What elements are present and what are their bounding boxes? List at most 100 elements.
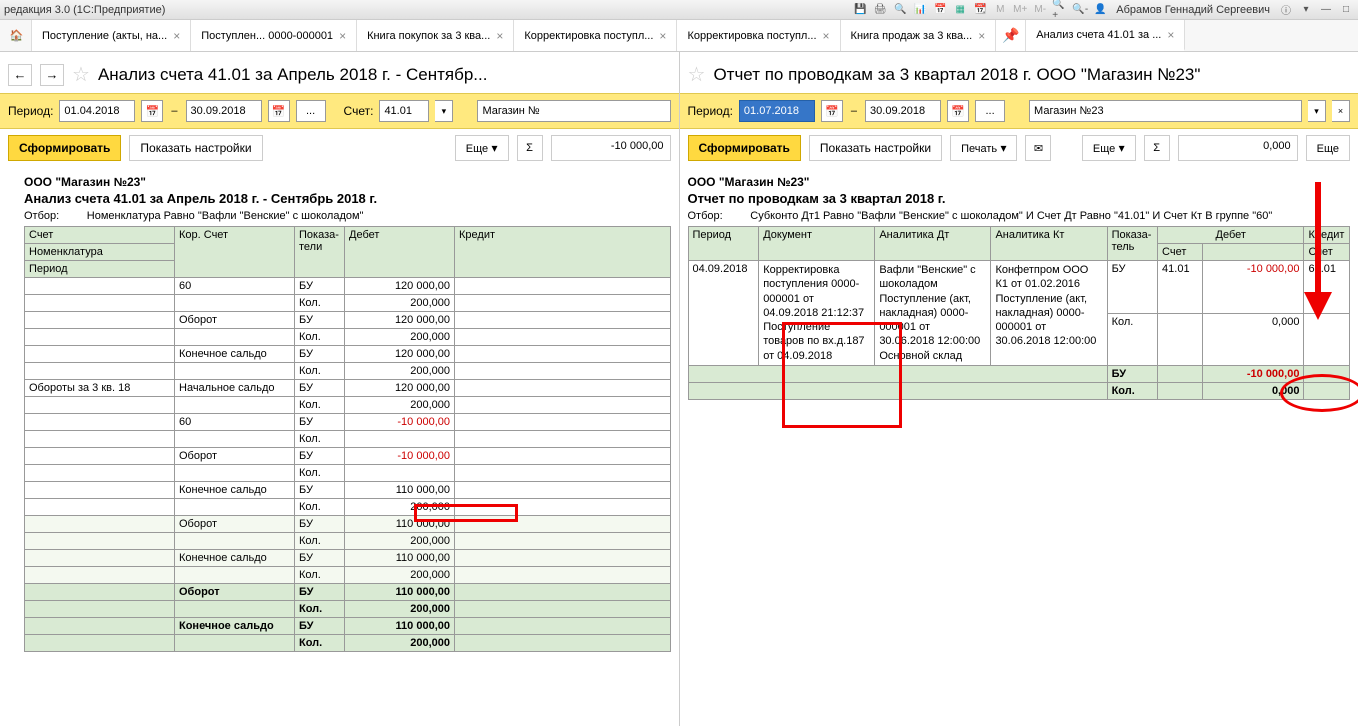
settings-button[interactable]: Показать настройки: [129, 135, 262, 161]
table-row[interactable]: Кол.200,000: [25, 567, 671, 584]
total-row: Кол.200,000: [25, 601, 671, 618]
table-row[interactable]: Кол.200,000: [25, 499, 671, 516]
dropdown-icon[interactable]: ▾: [1308, 100, 1326, 122]
preview-icon[interactable]: 🔍: [892, 2, 908, 18]
user-icon: 👤: [1092, 2, 1108, 18]
dropdown-icon[interactable]: ▾: [1298, 2, 1314, 18]
more-button-2[interactable]: Еще: [1306, 135, 1350, 161]
date-from-input[interactable]: [739, 100, 815, 122]
calendar-icon[interactable]: 📅: [947, 100, 969, 122]
minimize-icon[interactable]: —: [1318, 2, 1334, 18]
tab-4[interactable]: Корректировка поступл...×: [677, 20, 840, 51]
table-row[interactable]: Кол.: [25, 465, 671, 482]
report-table: Период Документ Аналитика Дт Аналитика К…: [688, 226, 1351, 400]
close-icon[interactable]: ×: [496, 29, 503, 43]
table-row[interactable]: 60БУ-10 000,00: [25, 414, 671, 431]
info-icon[interactable]: ⓘ: [1278, 2, 1294, 18]
form-button[interactable]: Сформировать: [688, 135, 801, 161]
org-input[interactable]: [1029, 100, 1302, 122]
more-button[interactable]: Еще ▾: [1082, 135, 1136, 161]
calendar-icon[interactable]: 📅: [821, 100, 843, 122]
table-row[interactable]: Кол.200,000: [25, 533, 671, 550]
forward-button[interactable]: →: [40, 64, 64, 86]
m-icon[interactable]: M: [992, 2, 1008, 18]
date-icon[interactable]: 📆: [972, 2, 988, 18]
more-button[interactable]: Еще ▾: [455, 135, 509, 161]
user-name: Абрамов Геннадий Сергеевич: [1116, 4, 1270, 16]
date-from-input[interactable]: [59, 100, 135, 122]
period-picker-button[interactable]: ...: [975, 100, 1005, 122]
right-pane: ☆ Отчет по проводкам за 3 квартал 2018 г…: [680, 52, 1358, 726]
table-row[interactable]: Кол.200,000: [25, 363, 671, 380]
tab-3[interactable]: Корректировка поступл...×: [514, 20, 677, 51]
close-icon[interactable]: ×: [173, 29, 180, 43]
zoom-out-icon[interactable]: 🔍-: [1072, 2, 1088, 18]
table-row[interactable]: ОборотБУ110 000,00: [25, 516, 671, 533]
close-icon[interactable]: ×: [659, 29, 666, 43]
table-row[interactable]: Кол.200,000: [25, 295, 671, 312]
close-icon[interactable]: ×: [339, 29, 346, 43]
close-icon[interactable]: ×: [1167, 28, 1174, 42]
clear-icon[interactable]: ×: [1332, 100, 1350, 122]
settings-button[interactable]: Показать настройки: [809, 135, 942, 161]
m-minus-icon[interactable]: M-: [1032, 2, 1048, 18]
date-to-input[interactable]: [865, 100, 941, 122]
col-value-dt: [1203, 244, 1304, 261]
col-period: Период: [25, 261, 175, 278]
tab-0[interactable]: Поступление (акты, на...×: [32, 20, 191, 51]
calendar-icon[interactable]: 📅: [141, 100, 163, 122]
titlebar: редакция 3.0 (1С:Предприятие) 💾 🖨 🔍 📊 📅 …: [0, 0, 1358, 20]
save-icon[interactable]: 💾: [852, 2, 868, 18]
table-row[interactable]: ОборотБУ-10 000,00: [25, 448, 671, 465]
col-account-kt: Счет: [1304, 244, 1350, 261]
tab-1[interactable]: Поступлен... 0000-000001×: [191, 20, 357, 51]
date-to-input[interactable]: [186, 100, 262, 122]
dropdown-icon[interactable]: ▾: [435, 100, 453, 122]
close-icon[interactable]: ×: [978, 29, 985, 43]
zoom-in-icon[interactable]: 🔍+: [1052, 2, 1068, 18]
table-row[interactable]: Конечное сальдоБУ110 000,00: [25, 482, 671, 499]
account-label: Счет:: [344, 104, 374, 118]
table-row[interactable]: 04.09.2018 Корректировка поступления 000…: [688, 261, 1350, 314]
col-cor: Кор. Счет: [175, 227, 295, 278]
table-row[interactable]: Кол.: [25, 431, 671, 448]
table-row[interactable]: 60БУ120 000,00: [25, 278, 671, 295]
back-button[interactable]: ←: [8, 64, 32, 86]
mail-icon[interactable]: ✉: [1025, 135, 1051, 161]
calendar-icon[interactable]: 📅: [268, 100, 290, 122]
tab-5[interactable]: Книга продаж за 3 ква...×: [841, 20, 997, 51]
pane-header: ☆ Отчет по проводкам за 3 квартал 2018 г…: [680, 52, 1358, 93]
account-input[interactable]: [379, 100, 429, 122]
col-account: Счет: [25, 227, 175, 244]
sigma-button[interactable]: Σ: [1144, 135, 1170, 161]
col-account-dt: Счет: [1158, 244, 1203, 261]
star-icon[interactable]: ☆: [72, 62, 90, 87]
table-row[interactable]: Кол.200,000: [25, 329, 671, 346]
table-row[interactable]: Обороты за 3 кв. 18Начальное сальдоБУ120…: [25, 380, 671, 397]
period-label: Период:: [8, 104, 53, 118]
total-row: БУ -10 000,00: [688, 366, 1350, 383]
print-button[interactable]: Печать ▾: [950, 135, 1017, 161]
grid-icon[interactable]: ▦: [952, 2, 968, 18]
maximize-icon[interactable]: □: [1338, 2, 1354, 18]
table-row[interactable]: ОборотБУ120 000,00: [25, 312, 671, 329]
print-icon[interactable]: 🖨: [872, 2, 888, 18]
star-icon[interactable]: ☆: [688, 62, 706, 87]
col-period: Период: [688, 227, 759, 261]
m-plus-icon[interactable]: M+: [1012, 2, 1028, 18]
table-row[interactable]: Конечное сальдоБУ110 000,00: [25, 550, 671, 567]
sigma-button[interactable]: Σ: [517, 135, 543, 161]
table-row[interactable]: Кол.200,000: [25, 397, 671, 414]
tab-6[interactable]: Анализ счета 41.01 за ...×: [1026, 20, 1185, 51]
calc-icon[interactable]: 📊: [912, 2, 928, 18]
tab-2[interactable]: Книга покупок за 3 ква...×: [357, 20, 514, 51]
table-row[interactable]: Конечное сальдоБУ120 000,00: [25, 346, 671, 363]
form-button[interactable]: Сформировать: [8, 135, 121, 161]
close-icon[interactable]: ×: [823, 29, 830, 43]
tab-pin[interactable]: 📌: [996, 20, 1026, 51]
calendar-icon[interactable]: 📅: [932, 2, 948, 18]
report-table: Счет Кор. Счет Показа- тели Дебет Кредит…: [24, 226, 671, 652]
period-picker-button[interactable]: ...: [296, 100, 326, 122]
org-input[interactable]: [477, 100, 670, 122]
home-tab[interactable]: 🏠: [2, 20, 32, 51]
